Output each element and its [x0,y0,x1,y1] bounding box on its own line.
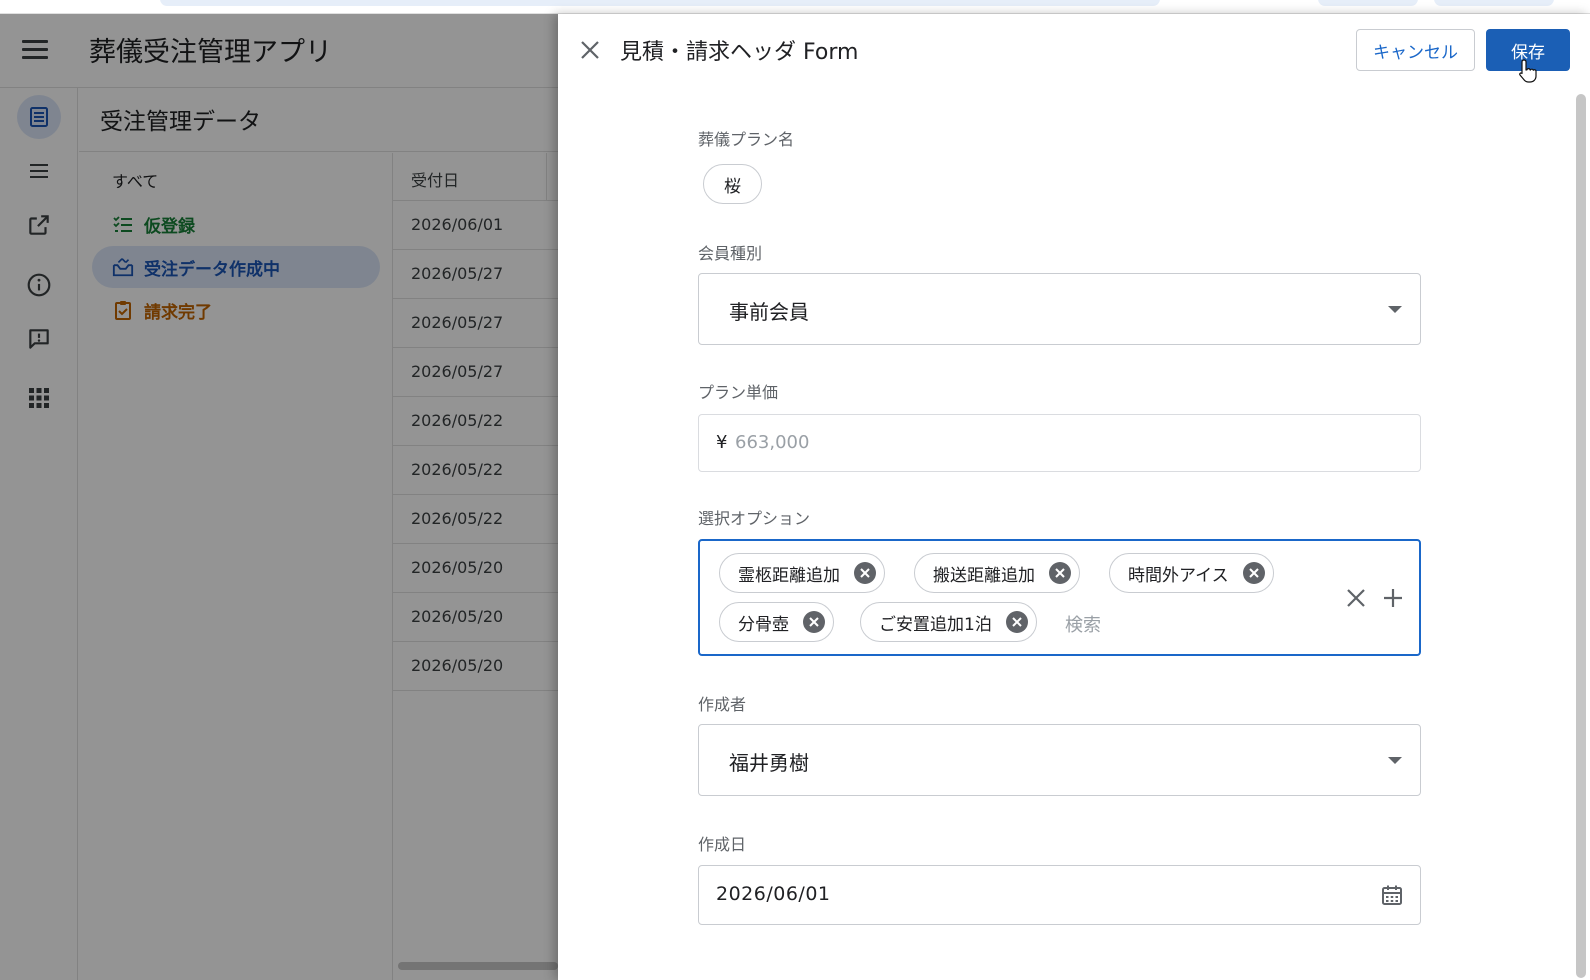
remove-tag-icon[interactable] [803,611,825,633]
option-tag-label: 霊柩距離追加 [738,565,840,586]
top-pill [1318,0,1418,6]
close-icon[interactable] [576,36,604,64]
remove-tag-icon[interactable] [854,562,876,584]
form-title: 見積・請求ヘッダ Form [620,40,859,65]
cancel-button[interactable]: キャンセル [1356,29,1475,71]
created-date-value: 2026/06/01 [716,883,831,905]
top-pill [1434,0,1554,6]
vertical-scrollbar[interactable] [1576,94,1586,978]
calendar-icon[interactable] [1380,883,1404,907]
remove-tag-icon[interactable] [1242,562,1265,584]
option-tag-label: ご安置追加1泊 [879,614,992,635]
member-type-value: 事前会員 [729,300,809,324]
member-type-select[interactable]: 事前会員 [698,273,1421,345]
top-pill [160,0,1160,6]
dropdown-arrow-icon [1388,757,1402,764]
options-label: 選択オプション [698,509,811,528]
options-search-placeholder[interactable]: 検索 [1065,611,1101,637]
remove-tag-icon[interactable] [1049,562,1071,584]
creator-value: 福井勇樹 [729,751,809,775]
option-tag: 時間外アイス [1109,553,1274,593]
add-icon[interactable] [1382,587,1404,609]
option-tag: ご安置追加1泊 [860,602,1037,642]
plan-price-label: プラン単価 [698,383,779,402]
creator-select[interactable]: 福井勇樹 [698,724,1421,796]
form-drawer: 見積・請求ヘッダ Form キャンセル 保存 葬儀プラン名 桜 会員種別 事前会… [558,14,1590,980]
browser-top-strip [0,0,1590,14]
hand-pointer-cursor-icon [1519,59,1537,83]
option-tag: 搬送距離追加 [914,553,1080,593]
remove-tag-icon[interactable] [1005,611,1028,633]
option-tag: 霊柩距離追加 [719,553,885,593]
currency-symbol: ¥ [716,432,728,453]
creator-label: 作成者 [698,695,747,714]
created-date-label: 作成日 [698,835,747,854]
clear-all-icon[interactable] [1345,587,1367,609]
option-tag: 分骨壺 [719,602,834,642]
plan-name-label: 葬儀プラン名 [698,130,795,149]
option-tag-label: 搬送距離追加 [933,565,1035,586]
options-multiselect[interactable]: 霊柩距離追加 搬送距離追加 時間外アイス 分骨壺 ご安置追加1泊 検索 [698,539,1421,656]
plan-name-value: 桜 [724,176,741,197]
dropdown-arrow-icon [1388,306,1402,313]
member-type-label: 会員種別 [698,244,763,263]
option-tag-label: 分骨壺 [738,614,789,635]
plan-price-value: 663,000 [735,432,810,453]
created-date-field[interactable]: 2026/06/01 [698,865,1421,925]
option-tag-label: 時間外アイス [1128,565,1229,586]
modal-scrim[interactable] [0,14,558,980]
plan-price-field[interactable]: ¥ 663,000 [698,414,1421,472]
plan-name-chip[interactable]: 桜 [703,164,762,204]
